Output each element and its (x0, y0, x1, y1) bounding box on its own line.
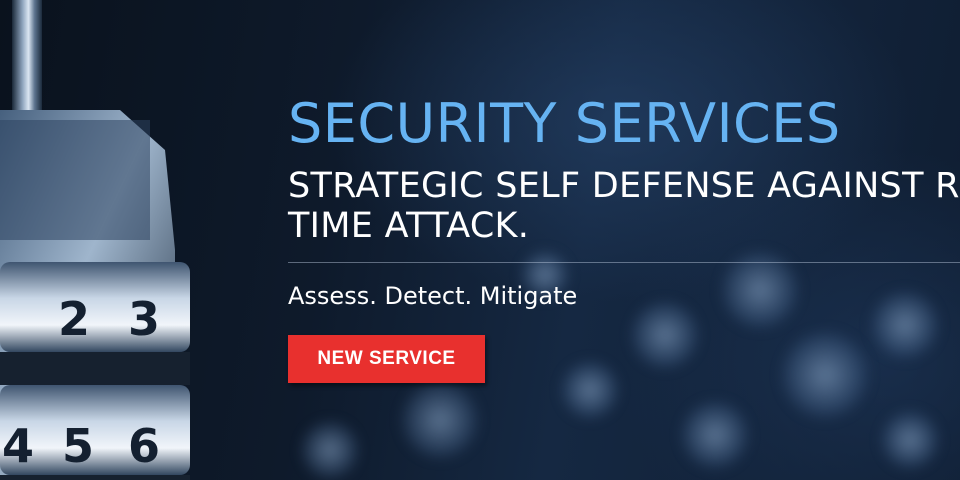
dial-digit: 2 (58, 292, 90, 346)
dial-digit: 4 (2, 419, 34, 473)
hero-banner: 2 3 4 5 6 SECURITY SERVICES STRATEGIC SE… (0, 0, 960, 480)
dial-digit: 3 (128, 292, 160, 346)
hero-subtitle-line: STRATEGIC SELF DEFENSE AGAINST REAL (288, 166, 960, 206)
bokeh-light (680, 400, 750, 470)
hero-subtitle-line: TIME ATTACK. (288, 206, 530, 246)
divider (288, 262, 960, 263)
hero-content: SECURITY SERVICES STRATEGIC SELF DEFENSE… (288, 92, 960, 383)
hero-title: SECURITY SERVICES (288, 92, 841, 155)
bokeh-light (300, 420, 360, 480)
bokeh-light (400, 380, 480, 460)
bokeh-light (880, 410, 940, 470)
hero-subtitle: STRATEGIC SELF DEFENSE AGAINST REAL TIME… (288, 166, 960, 246)
dial-digit: 5 (62, 419, 94, 473)
new-service-button[interactable]: NEW SERVICE (288, 335, 485, 383)
dial-digit: 6 (128, 419, 160, 473)
hero-tagline: Assess. Detect. Mitigate (288, 282, 578, 310)
padlock-image: 2 3 4 5 6 (0, 0, 200, 480)
